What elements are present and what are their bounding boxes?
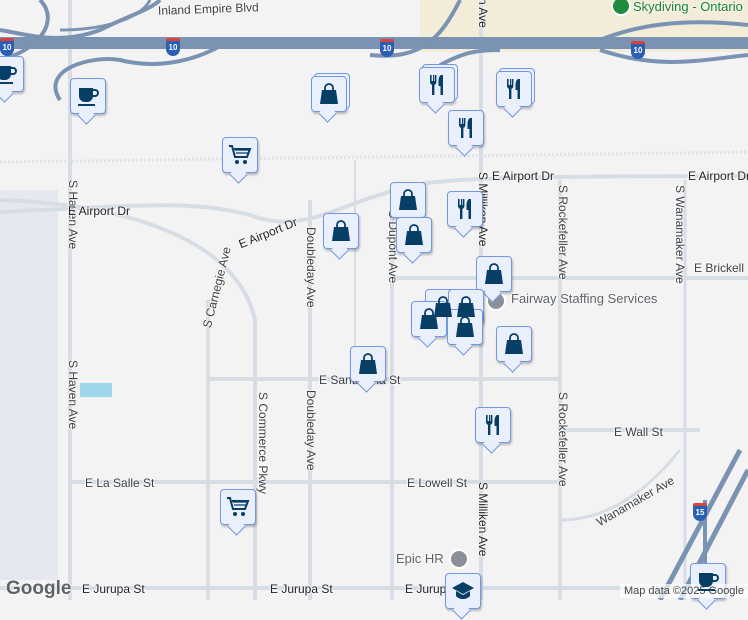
water	[80, 383, 112, 397]
street-label-e-lowell-st: E Lowell St	[407, 476, 468, 490]
shopping-marker[interactable]	[311, 76, 347, 112]
shopping-bag-icon	[317, 82, 341, 106]
bank-pin-icon[interactable]	[449, 549, 469, 569]
interstate-10-shield: 10	[0, 38, 14, 56]
street-label-s-milliken-ave: S Milliken Ave	[476, 482, 490, 557]
street-label-e-wall-st: E Wall St	[614, 425, 663, 439]
fork-knife-icon	[425, 73, 449, 97]
street-label-s-haven-ave: S Haven Ave	[66, 360, 80, 430]
cafe-marker[interactable]	[70, 78, 106, 114]
shopping-cart-icon	[228, 143, 252, 167]
shopping-bag-icon	[482, 262, 506, 286]
poi-epic-hr[interactable]: Epic HR	[396, 551, 444, 566]
restaurant-marker[interactable]	[419, 67, 455, 103]
shopping-marker[interactable]	[323, 213, 359, 249]
street-label-doubleday-ave: Doubleday Ave	[304, 390, 318, 471]
restaurant-marker[interactable]	[447, 191, 483, 227]
coffee-cup-icon	[696, 569, 720, 593]
fork-knife-icon	[481, 413, 505, 437]
airport-area	[0, 190, 58, 580]
coffee-cup-icon	[0, 62, 18, 86]
restaurant-marker[interactable]	[448, 110, 484, 146]
street-label-e-airport-dr: E Airport Dr	[68, 204, 131, 218]
coffee-cup-icon	[76, 84, 100, 108]
shopping-bag-icon	[502, 332, 526, 356]
interstate-10-shield: 10	[166, 38, 180, 56]
shopping-marker[interactable]	[496, 326, 532, 362]
street-label-s-rockefeller-ave: S Rockefeller Ave	[556, 392, 570, 487]
street-label-s-milliken-ave: n Ave	[476, 0, 490, 28]
street-label-s-rockefeller-ave: S Rockefeller Ave	[556, 185, 570, 280]
street-label-s-wanamaker-ave: S Wanamaker Ave	[673, 185, 687, 284]
grocery-marker[interactable]	[220, 489, 256, 525]
shopping-cart-icon	[226, 495, 250, 519]
school-marker[interactable]	[445, 573, 481, 609]
map-attribution[interactable]: Map data ©2025 Google	[619, 584, 748, 598]
fork-knife-icon	[502, 77, 526, 101]
poi-skydiving-ontario[interactable]: Skydiving - Ontario	[633, 0, 743, 14]
poi-fairway-staffing-services[interactable]: Fairway Staffing Services	[511, 291, 657, 306]
shopping-marker[interactable]	[396, 217, 432, 253]
interstate-10-shield: 10	[380, 39, 394, 57]
street-label-e-airport-dr: E Airport Dr	[492, 169, 555, 183]
shopping-bag-icon	[329, 219, 353, 243]
street-label-e-airport-dr: E Airport Dr	[688, 169, 748, 183]
shopping-marker[interactable]	[350, 346, 386, 382]
fork-knife-icon	[453, 197, 477, 221]
interstate-15-shield: 15	[693, 503, 707, 521]
restaurant-marker[interactable]	[475, 407, 511, 443]
cafe-marker[interactable]	[0, 56, 24, 92]
fork-knife-icon	[454, 116, 478, 140]
street-label-e-jurupa-st: E Jurupa St	[82, 582, 145, 596]
shopping-bag-icon	[356, 352, 380, 376]
shopping-marker[interactable]	[476, 256, 512, 292]
restaurant-marker[interactable]	[496, 71, 532, 107]
street-label-e-brickell-st: E Brickell St	[694, 261, 748, 275]
shopping-bag-icon	[417, 307, 441, 331]
graduation-cap-icon	[451, 579, 475, 603]
shopping-bag-icon	[402, 223, 426, 247]
street-label-s-commerce-pkwy: S Commerce Pkwy	[256, 392, 270, 495]
shopping-marker[interactable]	[390, 182, 426, 218]
shopping-bag-icon	[453, 315, 477, 339]
grocery-marker[interactable]	[222, 137, 258, 173]
street-label-e-jurupa-st: E Jurupa St	[270, 582, 333, 596]
shopping-bag-icon	[396, 188, 420, 212]
google-logo: Google	[6, 578, 72, 599]
street-label-doubleday-ave: Doubleday Ave	[304, 227, 318, 308]
street-label-e-la-salle-st: E La Salle St	[85, 476, 155, 490]
interstate-10-shield: 10	[631, 41, 645, 59]
street-label-e-jurupa-st: E Jurupa St	[405, 582, 447, 596]
